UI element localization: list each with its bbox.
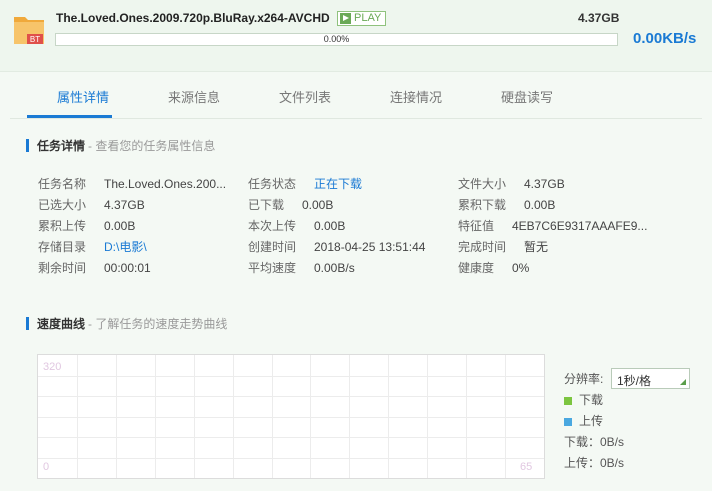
tab-bar: 属性详情 来源信息 文件列表 连接情况 硬盘读写 xyxy=(0,73,712,121)
detail-value: 4EB7C6E9317AAAFE9... xyxy=(512,219,648,233)
detail-save-dir: 存储目录 D:\电影\ xyxy=(38,238,147,255)
detail-hash: 特征值 4EB7C6E9317AAAFE9... xyxy=(458,217,647,234)
detail-key: 任务名称 xyxy=(38,177,87,191)
task-header: BT The.Loved.Ones.2009.720p.BluRay.x264-… xyxy=(0,0,712,72)
download-speed: 0.00KB/s xyxy=(633,30,697,47)
detail-key: 累积下载 xyxy=(458,198,507,212)
detail-finish-time: 完成时间 暂无 xyxy=(458,238,548,255)
detail-value: 0.00B xyxy=(302,198,334,212)
detail-value: 暂无 xyxy=(524,240,549,254)
detail-key: 健康度 xyxy=(458,261,495,275)
resolution-label: 分辨率: xyxy=(564,372,604,386)
legend-upload: 上传 xyxy=(564,412,603,429)
dropdown-arrow-icon xyxy=(680,379,686,385)
chart-x-max-label: 65 xyxy=(520,461,533,473)
upload-rate: 上传：0B/s xyxy=(564,456,625,470)
tab-disk-io[interactable]: 硬盘读写 xyxy=(482,87,572,106)
details-title: 任务详情 xyxy=(37,139,86,153)
speed-chart: 320 0 65 xyxy=(37,354,545,479)
detail-key: 创建时间 xyxy=(248,240,297,254)
speed-subtitle: - 了解任务的速度走势曲线 xyxy=(88,317,228,331)
detail-key: 任务状态 xyxy=(248,177,297,191)
detail-session-uploaded: 本次上传 0.00B xyxy=(248,217,345,234)
detail-key: 本次上传 xyxy=(248,219,297,233)
detail-health: 健康度 0% xyxy=(458,259,529,276)
download-color-swatch xyxy=(564,396,572,405)
play-label: PLAY xyxy=(354,12,382,24)
upload-color-swatch xyxy=(564,417,572,426)
detail-total-uploaded: 累积上传 0.00B xyxy=(38,217,135,234)
details-subtitle: - 查看您的任务属性信息 xyxy=(88,139,216,153)
speed-title: 速度曲线 xyxy=(37,317,86,331)
details-section-title: 任务详情 - 查看您的任务属性信息 xyxy=(26,137,215,154)
detail-value: 00:00:01 xyxy=(104,261,151,275)
detail-downloaded: 已下载 0.00B xyxy=(248,196,333,213)
detail-value: The.Loved.Ones.200... xyxy=(104,177,227,191)
detail-value: 0.00B xyxy=(524,198,556,212)
chart-y-max-label: 320 xyxy=(43,361,62,373)
detail-value: 0.00B/s xyxy=(314,261,355,275)
legend-upload-label: 上传 xyxy=(579,414,604,428)
tab-connections[interactable]: 连接情况 xyxy=(371,87,461,106)
task-size: 4.37GB xyxy=(578,11,620,25)
save-dir-link[interactable]: D:\电影\ xyxy=(104,240,147,254)
play-button[interactable]: PLAY xyxy=(337,11,387,26)
detail-created-time: 创建时间 2018-04-25 13:51:44 xyxy=(248,238,425,255)
detail-key: 平均速度 xyxy=(248,261,297,275)
detail-value: 0% xyxy=(512,261,530,275)
play-icon xyxy=(340,13,351,24)
legend-download-label: 下载 xyxy=(579,393,604,407)
detail-value: 4.37GB xyxy=(104,198,145,212)
legend-download: 下载 xyxy=(564,391,603,408)
tab-file-list[interactable]: 文件列表 xyxy=(260,87,350,106)
chart-y-min-label: 0 xyxy=(43,461,50,473)
detail-file-size: 文件大小 4.37GB xyxy=(458,175,565,192)
detail-value: 2018-04-25 13:51:44 xyxy=(314,240,426,254)
detail-value: 4.37GB xyxy=(524,177,565,191)
resolution-value: 1秒/格 xyxy=(617,374,652,388)
download-rate: 下载：0B/s xyxy=(564,435,625,449)
detail-key: 完成时间 xyxy=(458,240,507,254)
progress-text: 0.00% xyxy=(323,34,350,44)
detail-key: 已选大小 xyxy=(38,198,87,212)
detail-task-name: 任务名称 The.Loved.Ones.200... xyxy=(38,175,226,192)
detail-key: 文件大小 xyxy=(458,177,507,191)
task-file-name: The.Loved.Ones.2009.720p.BluRay.x264-AVC… xyxy=(56,11,330,25)
tab-properties[interactable]: 属性详情 xyxy=(38,87,128,106)
detail-total-downloaded: 累积下载 0.00B xyxy=(458,196,555,213)
section-marker xyxy=(26,317,29,330)
detail-key: 存储目录 xyxy=(38,240,87,254)
detail-key: 已下载 xyxy=(248,198,285,212)
detail-key: 特征值 xyxy=(458,219,495,233)
speed-section-title: 速度曲线 - 了解任务的速度走势曲线 xyxy=(26,315,227,332)
detail-remaining-time: 剩余时间 00:00:01 xyxy=(38,259,151,276)
detail-task-status: 任务状态 正在下载 xyxy=(248,175,362,192)
resolution-select[interactable]: 1秒/格 xyxy=(611,368,690,389)
progress-bar: 0.00% xyxy=(55,33,618,46)
detail-value: 0.00B xyxy=(314,219,346,233)
tab-sources[interactable]: 来源信息 xyxy=(149,87,239,106)
detail-key: 累积上传 xyxy=(38,219,87,233)
detail-average-speed: 平均速度 0.00B/s xyxy=(248,259,355,276)
detail-key: 剩余时间 xyxy=(38,261,87,275)
svg-text:BT: BT xyxy=(30,35,40,44)
detail-selected-size: 已选大小 4.37GB xyxy=(38,196,145,213)
tab-divider xyxy=(10,118,702,119)
section-marker xyxy=(26,139,29,152)
detail-value: 正在下载 xyxy=(314,177,363,191)
detail-value: 0.00B xyxy=(104,219,136,233)
chart-grid xyxy=(38,355,544,478)
bt-folder-icon: BT xyxy=(14,17,44,44)
